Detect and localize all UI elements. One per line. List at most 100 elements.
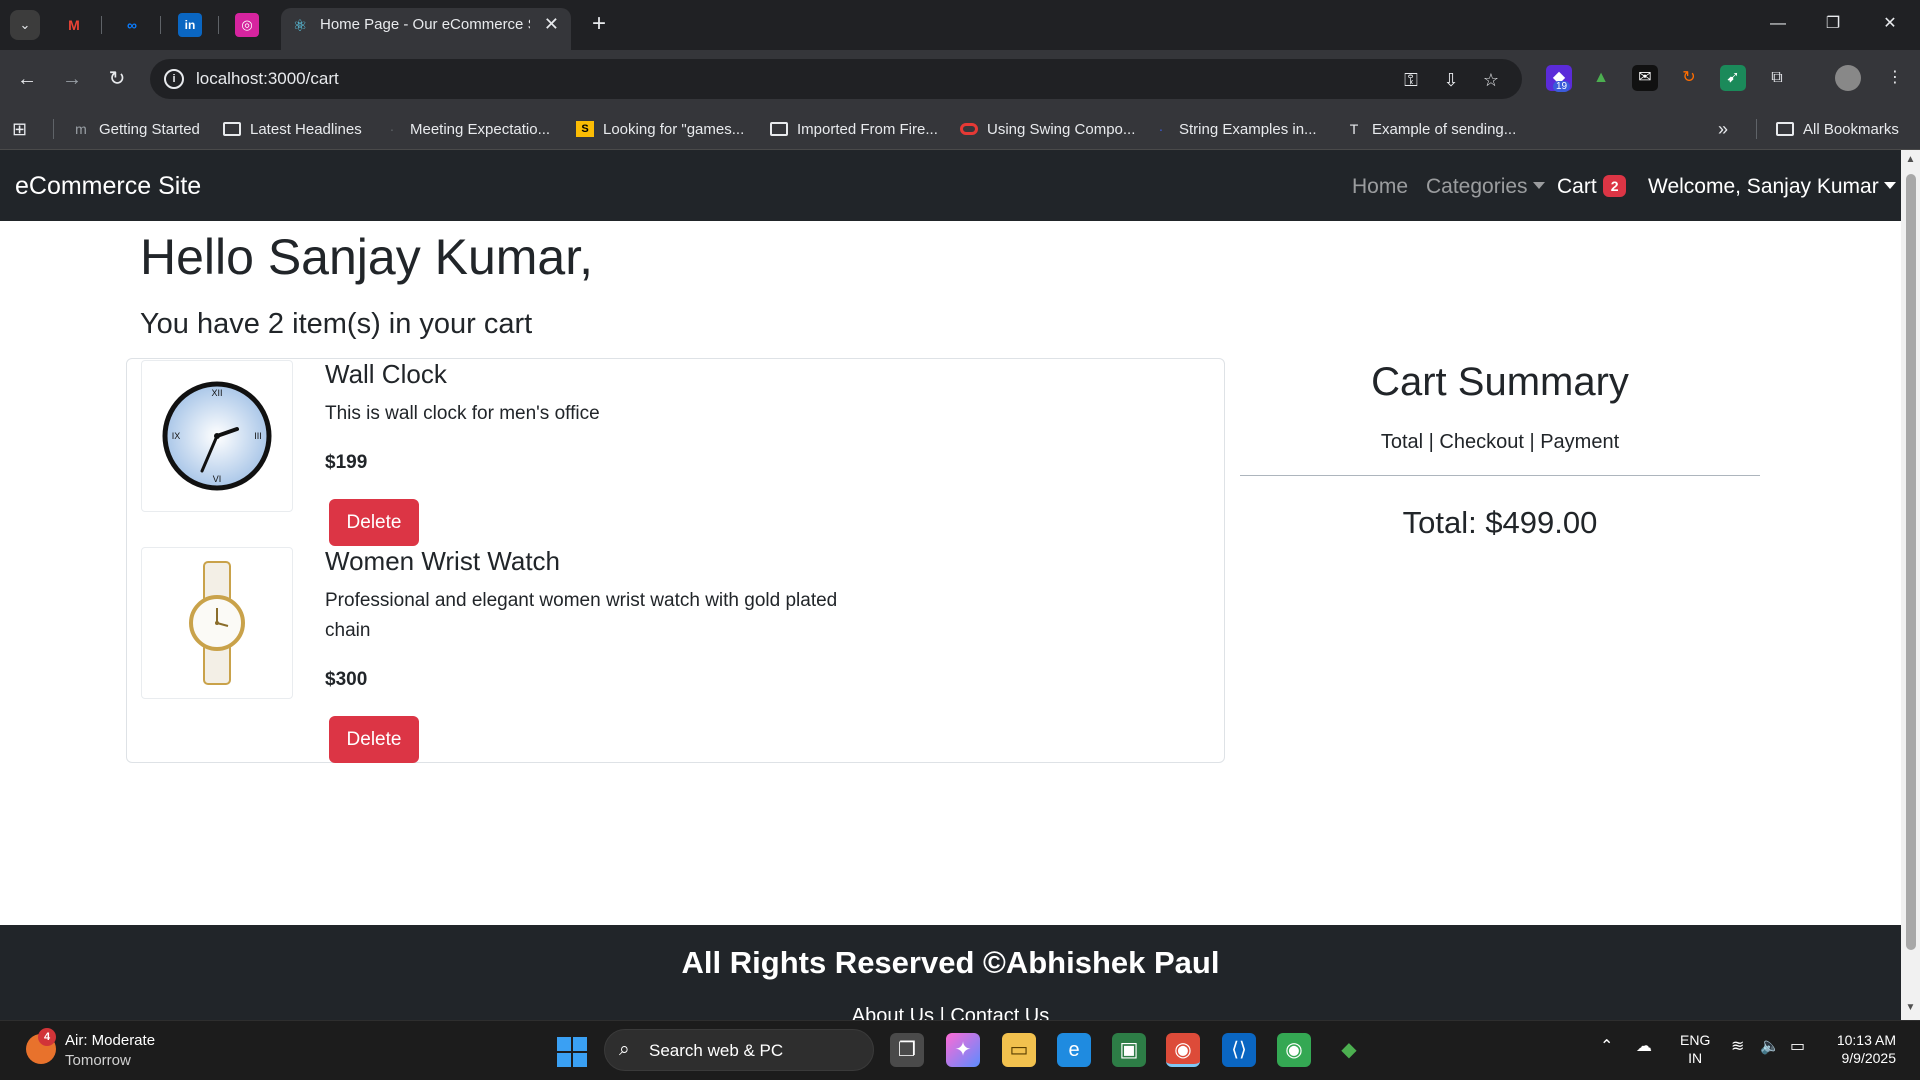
item-description: This is wall clock for men's office (325, 403, 600, 424)
weather-alert-badge: 4 (38, 1028, 56, 1046)
browser-menu-icon[interactable]: ⋮ (1882, 65, 1908, 91)
tab-search-chevron-icon[interactable]: ⌄ (10, 10, 40, 40)
cart-summary: Cart Summary Total | Checkout | Payment … (1240, 360, 1760, 560)
bookmark-looking-for-games[interactable]: S Looking for "games... (576, 119, 744, 139)
wifi-icon[interactable]: ≋ (1731, 1036, 1744, 1056)
bookmark-imported-from-firefox[interactable]: Imported From Fire... (770, 119, 938, 139)
url-text[interactable]: localhost:3000/cart (196, 69, 339, 89)
delete-item-button[interactable]: Delete (329, 716, 419, 763)
bookmark-separator (1756, 119, 1757, 139)
scroll-down-arrow-icon[interactable]: ▼ (1904, 1002, 1917, 1013)
extension-mail-icon[interactable]: ✉ (1632, 65, 1658, 91)
bookmark-example-of-sending[interactable]: T Example of sending... (1345, 119, 1517, 139)
battery-icon[interactable]: ▭ (1790, 1036, 1805, 1056)
mongodb-compass-icon[interactable]: ◆ (1332, 1033, 1366, 1067)
svg-text:XII: XII (211, 388, 222, 398)
item-name: Wall Clock (325, 359, 447, 389)
cart-items-card: XII III VI IX Wall Clock This is wall cl… (126, 358, 1225, 763)
nav-welcome-dropdown[interactable]: Welcome, Sanjay Kumar (1648, 175, 1896, 199)
bookmark-meeting-expectations[interactable]: · Meeting Expectatio... (383, 119, 550, 139)
item-description: Professional and elegant women wrist wat… (325, 590, 838, 641)
t-icon: T (1349, 121, 1359, 137)
volume-icon[interactable]: 🔈 (1760, 1036, 1780, 1056)
chrome-active-icon[interactable]: ◉ (1166, 1033, 1200, 1067)
install-app-icon[interactable]: ⇩ (1438, 67, 1464, 93)
show-hidden-icons-chevron-icon[interactable]: ⌃ (1600, 1036, 1613, 1056)
forward-arrow-icon[interactable]: → (57, 64, 87, 94)
site-brand[interactable]: eCommerce Site (15, 172, 201, 201)
file-explorer-icon[interactable]: ▭ (1002, 1033, 1036, 1067)
vscode-icon[interactable]: ⟨⟩ (1222, 1033, 1256, 1067)
bookmark-latest-headlines[interactable]: Latest Headlines (223, 119, 362, 139)
cart-total: Total: $499.00 (1402, 505, 1598, 540)
bookmark-using-swing[interactable]: Using Swing Compo... (960, 119, 1135, 139)
restore-window-icon[interactable]: ❐ (1813, 10, 1853, 38)
apps-grid-icon[interactable]: ⊞ (12, 119, 27, 139)
site-info-icon[interactable]: i (164, 69, 184, 89)
chrome-profile-icon[interactable]: ◉ (1277, 1033, 1311, 1067)
onedrive-cloud-icon[interactable]: ☁ (1636, 1036, 1652, 1056)
weather-status[interactable]: Air: Moderate (65, 1032, 155, 1049)
copilot-icon[interactable]: ✦ (946, 1033, 980, 1067)
site-footer: All Rights Reserved ©Abhishek Paul About… (0, 925, 1901, 1020)
nav-categories-dropdown[interactable]: Categories (1426, 175, 1545, 199)
system-clock[interactable]: 10:13 AM 9/9/2025 (1820, 1031, 1896, 1067)
react-favicon-icon: ⚛ (292, 18, 308, 35)
nav-cart-link[interactable]: Cart 2 (1557, 175, 1627, 199)
page-scrollbar[interactable]: ▲ ▼ (1901, 150, 1920, 1020)
delete-item-button[interactable]: Delete (329, 499, 419, 546)
meet-app-icon[interactable]: ▣ (1112, 1033, 1146, 1067)
close-window-icon[interactable]: ✕ (1870, 10, 1910, 38)
back-arrow-icon[interactable]: ← (12, 64, 42, 94)
gmail-pinned-tab-icon[interactable]: M (62, 13, 86, 37)
bookmark-string-examples[interactable]: · String Examples in... (1152, 119, 1317, 139)
browser-tab-bar: ⌄ M ∞ in ◎ ⚛ Home Page - Our eCommerce S… (0, 0, 1920, 50)
profile-avatar[interactable] (1835, 65, 1861, 91)
scrollbar-thumb[interactable] (1906, 174, 1916, 950)
minimize-window-icon[interactable]: — (1758, 10, 1798, 38)
sql-icon: S (576, 121, 594, 137)
extensions-puzzle-icon[interactable]: ⧉ (1764, 65, 1790, 91)
active-tab[interactable]: ⚛ Home Page - Our eCommerce Site ✕ (281, 8, 571, 50)
address-bar[interactable]: i localhost:3000/cart ⚿ ⇩ ☆ (150, 59, 1522, 99)
folder-icon (770, 122, 788, 136)
language-indicator[interactable]: ENG IN (1680, 1031, 1710, 1067)
summary-divider (1240, 475, 1760, 476)
bookmark-star-icon[interactable]: ☆ (1478, 67, 1504, 93)
close-tab-icon[interactable]: ✕ (544, 14, 559, 35)
linkedin-pinned-tab-icon[interactable]: in (178, 13, 202, 37)
footer-links[interactable]: About Us | Contact Us (0, 1005, 1901, 1020)
all-bookmarks[interactable]: All Bookmarks (1776, 119, 1899, 139)
password-key-icon[interactable]: ⚿ (1398, 67, 1424, 93)
cart-summary-subtitle: Total | Checkout | Payment (1380, 431, 1620, 453)
meta-pinned-tab-icon[interactable]: ∞ (120, 13, 144, 37)
site-icon: · (389, 121, 395, 137)
search-icon: ⌕ (619, 1039, 630, 1060)
windows-start-icon[interactable] (557, 1037, 587, 1067)
active-tab-title: Home Page - Our eCommerce Site (320, 16, 530, 33)
task-view-icon[interactable]: ❐ (890, 1033, 924, 1067)
wall-clock-image: XII III VI IX (141, 360, 293, 512)
scroll-up-arrow-icon[interactable]: ▲ (1904, 154, 1917, 165)
extension-rocket-icon[interactable]: ➹ (1720, 65, 1746, 91)
edge-browser-icon[interactable]: e (1057, 1033, 1091, 1067)
weather-day: Tomorrow (65, 1052, 131, 1069)
item-price: $199 (325, 452, 368, 473)
browser-toolbar: ← → ↻ i localhost:3000/cart ⚿ ⇩ ☆ ◆ 19 ▲… (0, 50, 1920, 108)
new-tab-plus-icon[interactable]: + (585, 10, 613, 38)
extension-refresh-icon[interactable]: ↻ (1676, 65, 1702, 91)
caret-down-icon (1883, 182, 1896, 189)
caret-down-icon (1532, 182, 1545, 189)
reload-icon[interactable]: ↻ (102, 64, 132, 94)
taskbar-search-box[interactable]: ⌕ Search web & PC (604, 1029, 874, 1071)
item-price: $300 (325, 669, 368, 690)
extension-chart-icon[interactable]: ▲ (1588, 65, 1614, 91)
nav-home-link[interactable]: Home (1352, 175, 1408, 199)
tab-separator (101, 16, 102, 34)
more-bookmarks-chevron-icon[interactable]: » (1718, 119, 1728, 139)
bookmark-getting-started[interactable]: m Getting Started (72, 119, 200, 139)
instagram-pinned-tab-icon[interactable]: ◎ (235, 13, 259, 37)
folder-icon (1776, 122, 1794, 136)
wrist-watch-image (141, 547, 293, 699)
bookmark-separator (53, 119, 54, 139)
